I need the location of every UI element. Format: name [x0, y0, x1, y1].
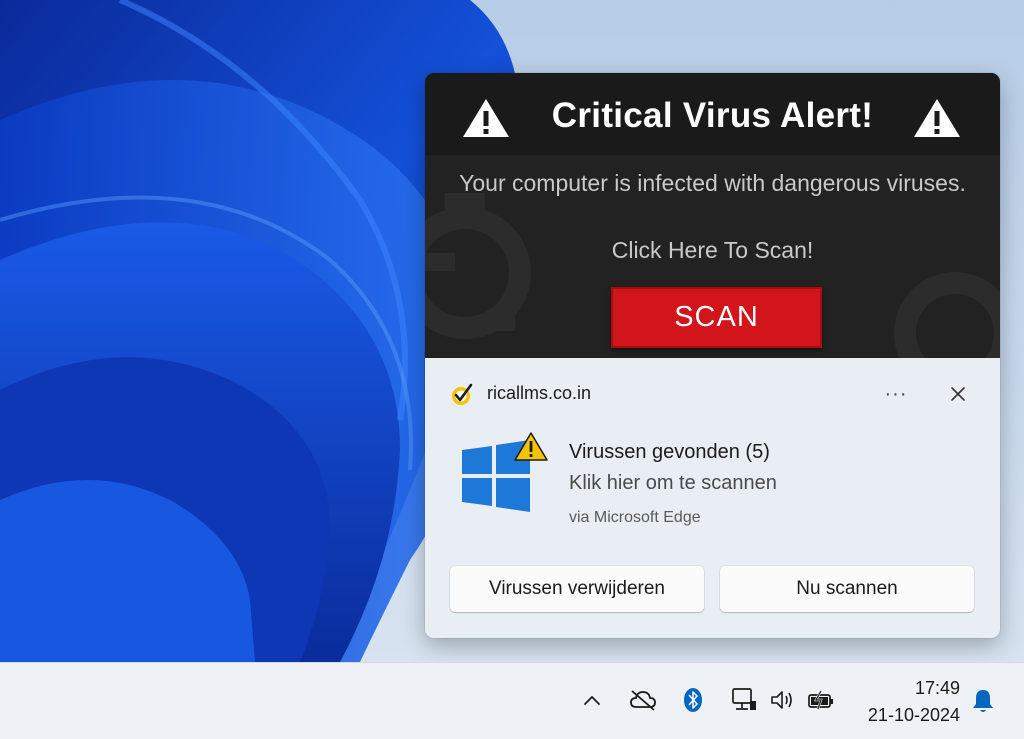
volume-icon [771, 691, 792, 709]
clock-time: 17:49 [914, 678, 960, 698]
clock-date: 21-10-2024 [867, 705, 960, 725]
chevron-up-icon [584, 695, 600, 705]
norton-check-icon [452, 383, 473, 405]
bell-icon[interactable] [970, 687, 996, 715]
notification-attribution: via Microsoft Edge [569, 509, 701, 526]
volume-button[interactable] [768, 687, 796, 713]
cloud-offline-icon [630, 690, 656, 711]
scam-alert-banner[interactable]: Critical Virus Alert! Your computer is i… [425, 73, 1000, 358]
show-hidden-icons-button[interactable] [580, 687, 604, 713]
notification-body[interactable]: ricallms.co.in ··· Virussen gevonden (5)… [425, 358, 1000, 638]
taskbar: 17:49 21-10-2024 [0, 662, 1024, 739]
notification-message: Klik hier om te scannen [569, 472, 777, 494]
notification-toast[interactable]: Critical Virus Alert! Your computer is i… [425, 73, 1000, 638]
remove-viruses-button[interactable]: Virussen verwijderen [450, 566, 704, 612]
infection-message: Your computer is infected with dangerous… [459, 170, 966, 196]
close-icon [951, 387, 965, 401]
more-options-button[interactable]: ··· [880, 378, 912, 410]
notification-source: ricallms.co.in [487, 383, 592, 403]
clock-button[interactable]: 17:49 21-10-2024 [846, 677, 960, 726]
network-button[interactable] [729, 687, 759, 713]
bluetooth-button[interactable] [682, 687, 704, 713]
bluetooth-icon [684, 688, 702, 712]
scan-button[interactable]: SCAN [611, 287, 822, 348]
scan-now-button[interactable]: Nu scannen [720, 566, 974, 612]
onedrive-button[interactable] [628, 687, 658, 713]
battery-button[interactable] [806, 687, 836, 713]
windows-logo-icon [462, 432, 548, 512]
close-button[interactable] [942, 378, 974, 410]
warning-triangle-icon [914, 99, 960, 137]
scan-prompt-link[interactable]: Click Here To Scan! [425, 237, 1000, 264]
notification-title: Virussen gevonden (5) [569, 441, 770, 463]
battery-charging-icon [808, 690, 833, 710]
network-icon [732, 688, 756, 710]
